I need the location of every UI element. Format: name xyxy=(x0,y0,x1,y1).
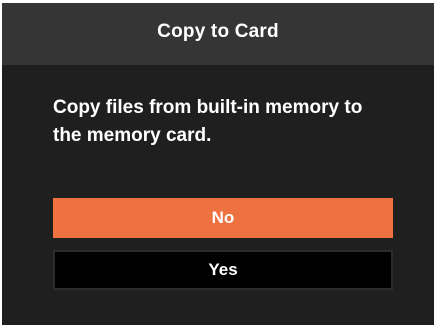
yes-button-label: Yes xyxy=(208,260,238,279)
no-button-label: No xyxy=(211,208,235,227)
dialog-message: Copy files from built-in memory to the m… xyxy=(53,97,363,146)
yes-button[interactable]: Yes xyxy=(53,250,393,290)
dialog-title: Copy to Card xyxy=(157,21,279,42)
no-button[interactable]: No xyxy=(53,198,393,238)
copy-to-card-dialog: Copy to Card Copy files from built-in me… xyxy=(2,3,434,325)
dialog-header: Copy to Card xyxy=(2,3,434,65)
